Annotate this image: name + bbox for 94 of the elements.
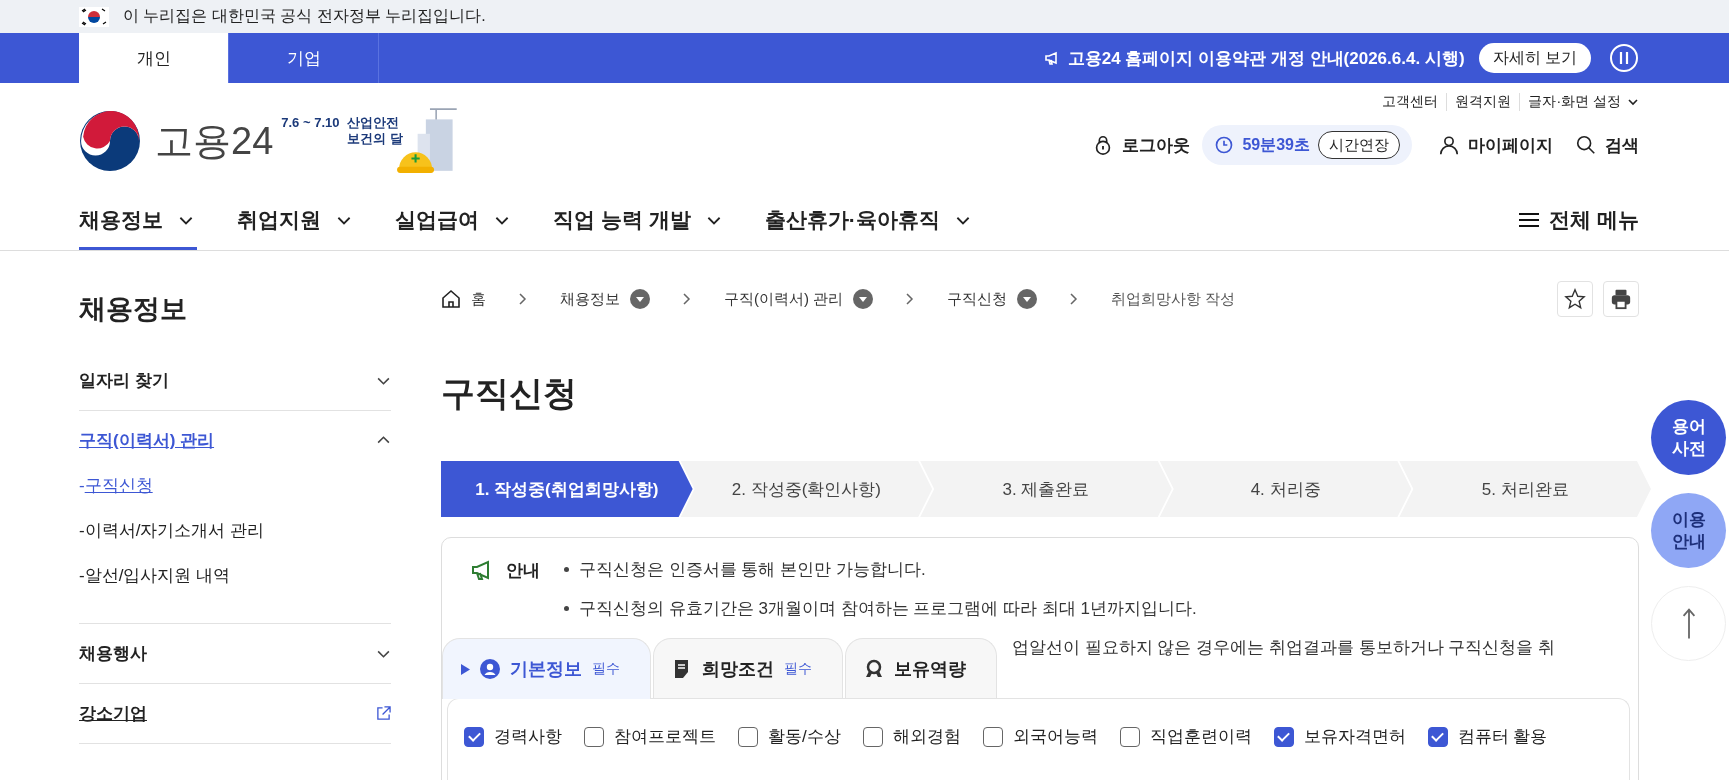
- sidebar-item[interactable]: 구직(이력서) 관리: [79, 429, 215, 452]
- checkbox-label[interactable]: 활동/수상: [768, 725, 841, 748]
- main-nav-item[interactable]: 채용정보: [79, 193, 197, 250]
- progress-step: 1. 작성중(취업희망사항): [441, 461, 693, 517]
- person-icon: [1438, 134, 1460, 156]
- checkbox-label[interactable]: 해외경험: [892, 725, 961, 748]
- print-button[interactable]: [1603, 281, 1639, 317]
- details-button[interactable]: 자세히 보기: [1478, 43, 1591, 73]
- sidebar-title: 채용정보: [79, 293, 188, 326]
- progress-step: 5. 처리완료: [1399, 461, 1651, 517]
- checkbox-label[interactable]: 외국어능력: [1012, 725, 1098, 748]
- breadcrumb-link[interactable]: 구직신청: [947, 289, 1008, 309]
- notice-label: 안내: [506, 559, 540, 582]
- form-tab[interactable]: 희망조건 필수: [653, 638, 843, 699]
- checkbox-label[interactable]: 직업훈련이력: [1149, 725, 1252, 748]
- sidebar-subitem[interactable]: -구직신청: [79, 474, 391, 497]
- campaign-date: 7.6 ~ 7.10: [281, 115, 340, 130]
- checkbox[interactable]: [1427, 726, 1448, 747]
- chevron-right-icon: [1069, 292, 1080, 306]
- checkbox[interactable]: [862, 726, 883, 747]
- star-icon: [1564, 288, 1586, 310]
- checkbox[interactable]: [1273, 726, 1294, 747]
- guide-button[interactable]: 이용 안내: [1651, 493, 1726, 568]
- checkbox-label[interactable]: 컴퓨터 활용: [1457, 725, 1548, 748]
- chevron-right-icon: [905, 292, 916, 306]
- checkbox[interactable]: [982, 726, 1003, 747]
- menu-icon: [1519, 212, 1540, 228]
- checkbox[interactable]: [1119, 726, 1140, 747]
- dropdown-icon[interactable]: [630, 289, 650, 309]
- checkbox-label[interactable]: 참여프로젝트: [614, 725, 716, 748]
- pause-icon[interactable]: [1609, 43, 1639, 73]
- notice-text: 구직신청은 인증서를 통해 본인만 가능합니다.: [579, 559, 926, 581]
- logo-text: 고용24: [155, 118, 274, 164]
- breadcrumb-link[interactable]: 구직(이력서) 관리: [724, 289, 844, 309]
- announcement-link[interactable]: 고용24 홈페이지 이용약관 개정 안내(2026.6.4. 시행): [1067, 46, 1465, 70]
- chevron-right-icon: [682, 292, 692, 306]
- notice-text: 업알선이 필요하지 않은 경우에는 취업결과를 통보하거나 구직신청을 취: [1012, 637, 1556, 659]
- sidebar-subitem[interactable]: -이력서/자기소개서 관리: [79, 519, 391, 542]
- sidebar-item[interactable]: 일자리 찾기: [79, 369, 169, 392]
- sidebar-subitem[interactable]: -알선/입사지원 내역: [79, 564, 391, 587]
- utility-link[interactable]: 고객센터: [1374, 93, 1447, 111]
- main-nav-item[interactable]: 실업급여: [395, 193, 513, 250]
- government-notice: 이 누리집은 대한민국 공식 전자정부 누리집입니다.: [123, 6, 486, 26]
- checkbox[interactable]: [464, 726, 484, 747]
- utility-link[interactable]: 글자·화면 설정: [1519, 93, 1629, 111]
- checkbox[interactable]: [584, 726, 604, 747]
- person-icon: [480, 659, 500, 679]
- audience-tab[interactable]: 기업: [229, 33, 379, 83]
- progress-step: 2. 작성중(확인사항): [680, 461, 933, 517]
- all-menu-button[interactable]: 전체 메뉴: [1519, 193, 1639, 247]
- breadcrumb-link[interactable]: 채용정보: [560, 289, 620, 309]
- breadcrumb-link[interactable]: 취업희망사항 작성: [1111, 289, 1236, 309]
- page-title: 구직신청: [441, 373, 578, 414]
- extend-button[interactable]: 시간연장: [1318, 131, 1400, 159]
- required-tag: 필수: [592, 660, 620, 678]
- utility-link[interactable]: 원격지원: [1446, 93, 1520, 111]
- megaphone-icon: [1043, 50, 1060, 66]
- flag-icon: [79, 6, 109, 27]
- dictionary-button[interactable]: 용어 사전: [1651, 400, 1726, 475]
- emblem-icon: [79, 110, 141, 172]
- search-link[interactable]: 검색: [1605, 133, 1639, 157]
- home-icon[interactable]: [441, 289, 461, 309]
- sidebar-item[interactable]: 채용행사: [79, 642, 147, 665]
- printer-icon: [1610, 288, 1632, 310]
- chevron-right-icon: [518, 292, 528, 306]
- external-link-icon[interactable]: [376, 706, 391, 721]
- award-icon: [864, 659, 884, 679]
- campaign-text: 보건의 달: [347, 131, 404, 147]
- main-nav-item[interactable]: 출산휴가·육아휴직: [764, 193, 974, 250]
- main-nav-item[interactable]: 취업지원: [237, 193, 355, 250]
- play-icon: [461, 663, 470, 675]
- form-tab[interactable]: 보유역량: [845, 638, 997, 699]
- checkbox-label[interactable]: 경력사항: [494, 725, 562, 748]
- checkbox[interactable]: [738, 726, 758, 747]
- required-tag: 필수: [784, 660, 812, 678]
- chevron-down-icon[interactable]: [1627, 96, 1639, 108]
- mypage-link[interactable]: 마이페이지: [1468, 133, 1553, 157]
- dropdown-icon[interactable]: [853, 289, 874, 309]
- logout-link[interactable]: 로그아웃: [1122, 133, 1191, 157]
- breadcrumb-link[interactable]: 홈: [471, 289, 486, 309]
- checkbox-label[interactable]: 보유자격면허: [1303, 725, 1406, 748]
- search-icon: [1575, 134, 1597, 156]
- notice-text: 구직신청의 유효기간은 3개월이며 참여하는 프로그램에 따라 최대 1년까지입니다.: [579, 598, 1197, 620]
- campaign-text: 산업안전: [347, 115, 401, 131]
- dropdown-icon[interactable]: [1017, 289, 1038, 309]
- progress-step: 4. 처리중: [1159, 461, 1412, 517]
- audience-tab[interactable]: 개인: [79, 33, 229, 83]
- session-time: 59분39초: [1242, 134, 1310, 155]
- clock-icon: [1214, 135, 1235, 155]
- progress-step: 3. 제출완료: [920, 461, 1172, 517]
- sidebar-item[interactable]: 강소기업: [79, 702, 147, 725]
- main-nav-item[interactable]: 직업 능력 개발: [553, 193, 725, 250]
- favorite-button[interactable]: [1557, 281, 1593, 317]
- form-tab[interactable]: 기본정보 필수: [442, 638, 651, 699]
